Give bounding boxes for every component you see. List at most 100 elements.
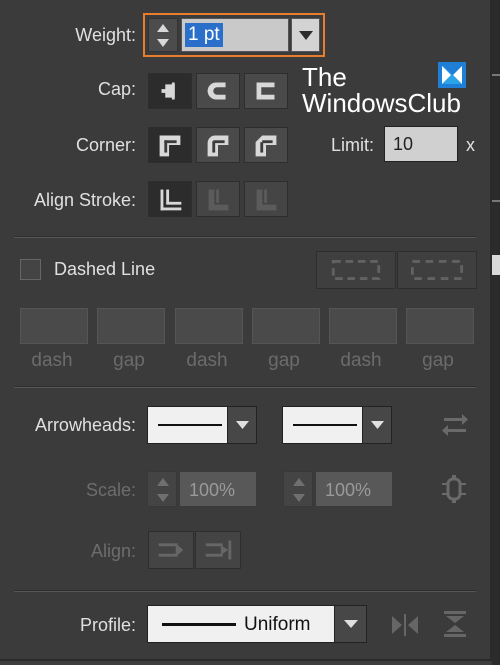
windows-logo-icon xyxy=(438,62,466,88)
weight-label: Weight: xyxy=(75,25,136,45)
dash-label-3: dash xyxy=(340,350,382,371)
round-join-icon xyxy=(207,135,229,157)
bevel-join-icon xyxy=(255,135,277,157)
align-outside-button[interactable] xyxy=(244,181,288,217)
chevron-down-icon xyxy=(371,421,384,429)
flip-vertical-icon xyxy=(444,611,466,637)
stepper-arrows-icon xyxy=(157,24,169,47)
canvas-tick xyxy=(492,200,500,202)
align-center-icon xyxy=(160,189,182,211)
dash-label-2: dash xyxy=(186,350,228,371)
watermark-line-2: WindowsClub xyxy=(302,88,461,118)
align-center-button[interactable] xyxy=(148,181,192,217)
corner-label: Corner: xyxy=(75,135,136,155)
round-cap-button[interactable] xyxy=(196,73,240,109)
flip-across-button[interactable] xyxy=(440,609,470,639)
end-arrowhead-preview xyxy=(293,424,357,426)
gap-label-3: gap xyxy=(422,350,454,371)
swap-arrows-icon xyxy=(442,414,468,436)
dashed-line-label: Dashed Line xyxy=(54,259,156,279)
place-arrow-tip-button[interactable] xyxy=(195,531,241,569)
dash-preserve-icon xyxy=(331,260,381,280)
preserve-dash-button[interactable] xyxy=(316,251,396,289)
limit-value: 10 xyxy=(393,134,414,154)
projecting-cap-button[interactable] xyxy=(244,73,288,109)
dash-label-1: dash xyxy=(31,350,73,371)
canvas-tick xyxy=(492,74,500,76)
watermark: The WindowsClub xyxy=(300,62,480,122)
link-scale-button[interactable] xyxy=(438,473,470,505)
butt-cap-icon xyxy=(161,82,175,100)
dash-align-icon xyxy=(410,260,464,280)
projecting-cap-icon xyxy=(256,82,275,100)
gap-field-1[interactable] xyxy=(97,308,165,344)
section-divider xyxy=(14,591,476,592)
weight-stepper[interactable] xyxy=(148,18,178,52)
end-scale-stepper[interactable] xyxy=(283,471,313,507)
profile-label: Profile: xyxy=(79,615,136,635)
chevron-down-icon xyxy=(344,620,358,628)
cap-label: Cap: xyxy=(97,79,136,99)
miter-join-button[interactable] xyxy=(148,127,192,163)
dash-field-1[interactable] xyxy=(20,308,88,344)
stepper-arrows-icon xyxy=(157,478,169,502)
align-label: Align: xyxy=(90,541,136,561)
start-arrowhead-preview xyxy=(158,424,222,426)
profile-dropdown[interactable] xyxy=(334,606,366,642)
weight-input[interactable]: 1 pt xyxy=(181,18,289,52)
start-arrowhead-select[interactable] xyxy=(147,406,257,444)
limit-label: Limit: xyxy=(330,135,374,155)
windows-logo-glyph xyxy=(442,66,462,84)
section-divider xyxy=(14,387,476,388)
butt-cap-button[interactable] xyxy=(148,73,192,109)
align-stroke-label: Align Stroke: xyxy=(33,190,136,210)
extend-arrow-tip-button[interactable] xyxy=(148,531,194,569)
profile-preview-line xyxy=(162,623,236,626)
arrow-tip-extend-icon xyxy=(158,543,184,557)
miter-join-icon xyxy=(159,135,181,157)
align-dash-button[interactable] xyxy=(397,251,477,289)
align-inside-icon xyxy=(208,189,229,211)
align-outside-icon xyxy=(256,189,277,211)
round-join-button[interactable] xyxy=(196,127,240,163)
end-arrowhead-dropdown[interactable] xyxy=(362,407,391,443)
stepper-arrows-icon xyxy=(293,478,305,502)
end-scale-value: 100% xyxy=(325,480,372,500)
round-cap-icon xyxy=(207,82,226,100)
canvas-edge xyxy=(492,0,500,665)
gap-label-1: gap xyxy=(113,350,145,371)
end-scale-input[interactable]: 100% xyxy=(315,471,393,507)
section-divider xyxy=(14,237,476,238)
chevron-down-icon xyxy=(299,31,313,40)
watermark-line-1: The xyxy=(302,62,347,92)
limit-suffix: x xyxy=(466,135,475,155)
weight-control: 1 pt xyxy=(143,13,325,57)
gap-field-2[interactable] xyxy=(252,308,320,344)
end-arrowhead-select[interactable] xyxy=(282,406,392,444)
gap-label-2: gap xyxy=(268,350,300,371)
arrow-tip-place-icon xyxy=(205,540,232,560)
dash-field-2[interactable] xyxy=(175,308,243,344)
arrowheads-label: Arrowheads: xyxy=(34,415,136,435)
start-scale-stepper[interactable] xyxy=(147,471,177,507)
align-inside-button[interactable] xyxy=(196,181,240,217)
start-scale-value: 100% xyxy=(189,480,236,500)
scale-label: Scale: xyxy=(85,480,136,500)
limit-input[interactable]: 10 xyxy=(384,126,458,162)
canvas-tick xyxy=(492,255,500,275)
profile-select[interactable]: Uniform xyxy=(147,605,367,643)
dash-field-3[interactable] xyxy=(329,308,397,344)
chevron-down-icon xyxy=(236,421,249,429)
start-arrowhead-dropdown[interactable] xyxy=(227,407,256,443)
dashed-line-checkbox[interactable] xyxy=(20,259,41,280)
weight-dropdown-button[interactable] xyxy=(291,18,320,52)
swap-arrowheads-button[interactable] xyxy=(440,412,470,438)
start-scale-input[interactable]: 100% xyxy=(179,471,257,507)
weight-value: 1 pt xyxy=(185,23,223,47)
flip-horizontal-icon xyxy=(392,614,418,636)
gap-field-3[interactable] xyxy=(406,308,474,344)
bevel-join-button[interactable] xyxy=(244,127,288,163)
link-icon xyxy=(442,475,466,503)
profile-value: Uniform xyxy=(244,614,311,635)
flip-along-button[interactable] xyxy=(390,611,420,639)
